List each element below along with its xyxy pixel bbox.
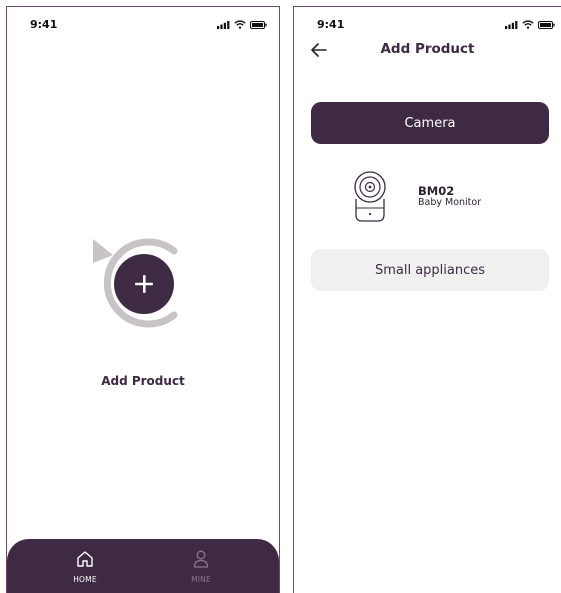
baby-monitor-camera-icon <box>354 171 386 222</box>
add-product-label: Add Product <box>101 374 185 388</box>
page-title: Add Product <box>380 41 475 57</box>
battery-icon <box>250 20 267 29</box>
user-icon <box>193 550 209 568</box>
plus-icon <box>135 275 153 293</box>
status-bar: 9:41 <box>294 7 561 37</box>
status-time: 9:41 <box>30 18 58 31</box>
cellular-signal-icon <box>217 20 230 29</box>
add-product-button[interactable] <box>91 229 187 341</box>
product-description: Baby Monitor <box>418 197 482 208</box>
wifi-icon <box>522 20 534 29</box>
cellular-signal-icon <box>505 20 518 29</box>
category-camera-label: Camera <box>404 115 456 131</box>
category-camera-button[interactable]: Camera <box>311 102 549 144</box>
nav-header: Add Product <box>294 37 561 63</box>
bottom-tab-bar: HOME MINE <box>7 539 279 593</box>
tab-mine-label: MINE <box>191 575 211 584</box>
home-icon <box>77 551 93 567</box>
add-product-screen: 9:41 Add Product Camera BM02 Baby Monito… <box>293 6 561 593</box>
status-time: 9:41 <box>317 18 345 31</box>
product-name: BM02 <box>418 184 455 198</box>
category-small-appliances-label: Small appliances <box>374 262 486 278</box>
tab-mine[interactable]: MINE <box>171 549 231 584</box>
tab-home-label: HOME <box>73 575 97 584</box>
product-item-bm02[interactable]: BM02 Baby Monitor <box>350 171 510 229</box>
status-bar: 9:41 <box>7 7 279 37</box>
tab-home[interactable]: HOME <box>55 549 115 584</box>
battery-icon <box>538 20 555 29</box>
category-small-appliances-button[interactable]: Small appliances <box>311 249 549 291</box>
wifi-icon <box>234 20 246 29</box>
home-screen: 9:41 Add Product HOME MINE <box>6 6 280 593</box>
